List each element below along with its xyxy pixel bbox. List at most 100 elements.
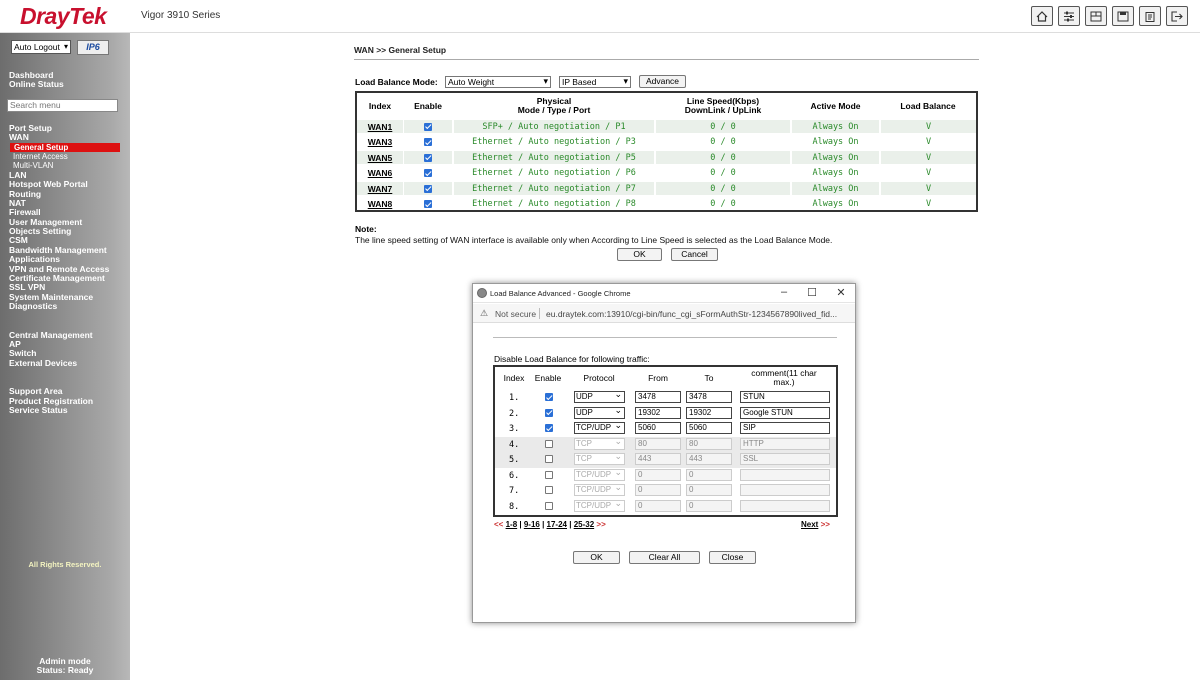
from-port-input[interactable]: 19302 xyxy=(635,406,681,419)
from-port-input[interactable]: 80 xyxy=(635,437,681,450)
comment-input[interactable]: Google STUN xyxy=(740,406,830,419)
sidebar-item-central-management[interactable]: Central Management xyxy=(9,331,93,340)
wan-index-link[interactable]: WAN5 xyxy=(357,151,403,164)
sidebar-subitem-multi-vlan[interactable]: Multi-VLAN xyxy=(13,161,53,170)
enable-checkbox[interactable] xyxy=(545,486,553,494)
comment-input[interactable] xyxy=(740,484,830,496)
page-link-17-24[interactable]: 17-24 xyxy=(547,520,567,529)
from-port-input[interactable]: 443 xyxy=(635,453,681,465)
clipboard-icon[interactable] xyxy=(1139,6,1161,26)
warning-icon[interactable]: ⚠ xyxy=(480,308,488,319)
wan-index-link[interactable]: WAN3 xyxy=(357,136,403,149)
to-port-input[interactable]: 80 xyxy=(686,437,732,450)
page-link-1-8[interactable]: 1-8 xyxy=(506,520,518,529)
from-port-input[interactable]: 0 xyxy=(635,468,681,481)
enable-checkbox[interactable] xyxy=(545,408,553,417)
wan-index-link[interactable]: WAN8 xyxy=(357,198,403,211)
from-port-input[interactable]: 0 xyxy=(635,499,681,512)
sidebar-item-service-status[interactable]: Service Status xyxy=(9,406,68,415)
enable-checkbox[interactable] xyxy=(545,393,553,401)
popup-ok-button[interactable]: OK xyxy=(573,551,620,564)
enable-checkbox[interactable] xyxy=(545,470,553,479)
sidebar-item-csm[interactable]: CSM xyxy=(9,236,28,245)
to-port-input[interactable]: 443 xyxy=(686,453,732,465)
popup-titlebar[interactable]: Load Balance Advanced - Google Chrome – … xyxy=(473,284,855,303)
load-balance-mode-select[interactable]: Auto Weight xyxy=(445,76,551,88)
sidebar-item-applications[interactable]: Applications xyxy=(9,255,60,264)
to-port-input[interactable]: 19302 xyxy=(686,406,732,419)
minimize-icon[interactable]: – xyxy=(777,286,791,298)
comment-input[interactable]: SSL xyxy=(740,453,830,465)
protocol-select[interactable]: TCP/UDP xyxy=(574,482,625,496)
sidebar-subitem-internet-access[interactable]: Internet Access xyxy=(13,152,68,161)
search-menu-input[interactable]: Search menu xyxy=(7,99,118,112)
sidebar-item-switch[interactable]: Switch xyxy=(9,349,36,358)
enable-checkbox[interactable] xyxy=(545,424,553,432)
to-port-input[interactable]: 0 xyxy=(686,499,732,512)
enable-checkbox[interactable] xyxy=(545,439,553,448)
wan-index-link[interactable]: WAN6 xyxy=(357,167,403,180)
next-link[interactable]: Next xyxy=(801,520,818,529)
wan-index-link[interactable]: WAN7 xyxy=(357,182,403,195)
sidebar-item-online-status[interactable]: Online Status xyxy=(9,80,64,89)
enable-checkbox[interactable] xyxy=(545,501,553,510)
sidebar-item-diagnostics[interactable]: Diagnostics xyxy=(9,302,57,311)
col-index: Index xyxy=(503,373,525,383)
enable-checkbox[interactable] xyxy=(424,184,432,193)
from-port-input[interactable]: 3478 xyxy=(635,391,681,403)
protocol-select[interactable]: TCP xyxy=(574,436,625,450)
from-port-input[interactable]: 5060 xyxy=(635,422,681,434)
sidebar-subitem-general-setup[interactable]: General Setup xyxy=(10,143,120,152)
protocol-select[interactable]: TCP/UDP xyxy=(574,420,625,434)
protocol-select[interactable]: UDP xyxy=(574,405,625,419)
to-port-input[interactable]: 0 xyxy=(686,468,732,481)
comment-input[interactable] xyxy=(740,468,830,481)
enable-checkbox[interactable] xyxy=(424,122,432,131)
to-port-input[interactable]: 5060 xyxy=(686,422,732,434)
close-icon[interactable]: ✕ xyxy=(834,286,848,299)
sidebar-item-firewall[interactable]: Firewall xyxy=(9,208,41,217)
save-icon[interactable] xyxy=(1112,6,1134,26)
from-port-input[interactable]: 0 xyxy=(635,484,681,496)
address-bar[interactable]: ⚠ Not secure eu.draytek.com:13910/cgi-bi… xyxy=(473,304,855,323)
wan-index-link[interactable]: WAN1 xyxy=(357,120,403,133)
to-port-input[interactable]: 3478 xyxy=(686,391,732,403)
comment-input[interactable]: SIP xyxy=(740,422,830,434)
sidebar-item-external-devices[interactable]: External Devices xyxy=(9,359,77,368)
home-icon[interactable] xyxy=(1031,6,1053,26)
enable-checkbox[interactable] xyxy=(424,138,432,146)
sidebar-item-support-area[interactable]: Support Area xyxy=(9,387,63,396)
not-secure-label[interactable]: Not secure xyxy=(495,309,536,319)
sidebar-item-wan[interactable]: WAN xyxy=(9,133,29,142)
enable-checkbox[interactable] xyxy=(424,169,432,177)
page-link-9-16[interactable]: 9-16 xyxy=(524,520,540,529)
comment-input[interactable]: STUN xyxy=(740,391,830,403)
load-balance-basis-select[interactable]: IP Based xyxy=(559,76,631,88)
clear-all-button[interactable]: Clear All xyxy=(629,551,700,564)
sidebar-item-hotspot[interactable]: Hotspot Web Portal xyxy=(9,180,88,189)
protocol-select[interactable]: TCP/UDP xyxy=(574,498,625,512)
page-link-25-32[interactable]: 25-32 xyxy=(574,520,594,529)
settings-sliders-icon[interactable] xyxy=(1058,6,1080,26)
sidebar-item-ssl-vpn[interactable]: SSL VPN xyxy=(9,283,45,292)
protocol-select[interactable]: TCP xyxy=(574,451,625,465)
advance-button[interactable]: Advance xyxy=(639,75,686,88)
draytek-logo[interactable]: DrayTek xyxy=(20,3,107,30)
comment-input[interactable] xyxy=(740,499,830,512)
ip6-badge[interactable]: IP6 xyxy=(77,40,109,55)
close-button[interactable]: Close xyxy=(709,551,756,564)
url-text[interactable]: eu.draytek.com:13910/cgi-bin/func_cgi_sF… xyxy=(546,309,837,319)
to-port-input[interactable]: 0 xyxy=(686,484,732,496)
enable-checkbox[interactable] xyxy=(545,455,553,463)
dashboard-icon[interactable] xyxy=(1085,6,1107,26)
cancel-button[interactable]: Cancel xyxy=(671,248,718,261)
enable-checkbox[interactable] xyxy=(424,153,432,162)
ok-button[interactable]: OK xyxy=(617,248,662,261)
comment-input[interactable]: HTTP xyxy=(740,437,830,450)
maximize-icon[interactable]: ☐ xyxy=(805,286,819,299)
protocol-select[interactable]: UDP xyxy=(574,389,625,403)
logout-icon[interactable] xyxy=(1166,6,1188,26)
enable-checkbox[interactable] xyxy=(424,200,432,208)
auto-logout-select[interactable]: Auto Logout xyxy=(11,40,71,54)
protocol-select[interactable]: TCP/UDP xyxy=(574,467,625,481)
